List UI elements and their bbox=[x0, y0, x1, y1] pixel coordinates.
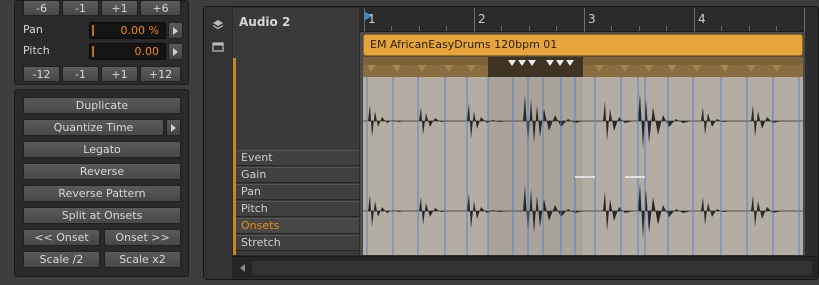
onset-marker-strip[interactable] bbox=[363, 57, 803, 77]
reverse-button[interactable]: Reverse bbox=[23, 163, 181, 180]
bar-1-label: 1 bbox=[368, 12, 376, 26]
track-header: Audio 2 Event Gain Pan Pitch Onsets Stre… bbox=[233, 8, 359, 255]
bar-3-label: 3 bbox=[588, 12, 596, 26]
panel-icon[interactable] bbox=[212, 41, 224, 53]
waveform-display[interactable] bbox=[363, 77, 803, 255]
bar-4-label: 4 bbox=[698, 12, 706, 26]
lane-stretch[interactable]: Stretch bbox=[236, 235, 359, 251]
lane-pitch[interactable]: Pitch bbox=[236, 201, 359, 217]
scale-half-button[interactable]: Scale /2 bbox=[23, 251, 100, 268]
clip-header[interactable]: EM AfricanEasyDrums 120bpm 01 bbox=[363, 34, 803, 56]
pitch-plus-12-button[interactable]: +12 bbox=[140, 66, 181, 82]
pan-label: Pan bbox=[23, 23, 43, 36]
pitch-label: Pitch bbox=[23, 44, 50, 57]
previous-onset-button[interactable]: << Onset bbox=[23, 229, 100, 246]
timeline-area[interactable]: 1 2 3 4 5 EM AfricanEasyDrums 120bpm 01 bbox=[360, 8, 805, 255]
track-name[interactable]: Audio 2 bbox=[239, 15, 290, 29]
pan-value: 0.00 % bbox=[120, 24, 159, 37]
pitch-plus-1-button[interactable]: +1 bbox=[101, 66, 138, 82]
scroll-track[interactable] bbox=[252, 261, 812, 275]
pitch-minus-1-button[interactable]: -1 bbox=[62, 66, 99, 82]
next-onset-button[interactable]: Onset >> bbox=[104, 229, 181, 246]
actions-box: Duplicate Quantize Time Legato Reverse R… bbox=[14, 89, 189, 277]
expression-box: -6 -1 +1 +6 Pan 0.00 % Pitch 0.00 -12 -1… bbox=[14, 0, 189, 85]
pitch-arrow-button[interactable] bbox=[168, 43, 183, 60]
transpose-plus-6-button[interactable]: +6 bbox=[140, 0, 181, 16]
inspector-panel: -6 -1 +1 +6 Pan 0.00 % Pitch 0.00 -12 -1… bbox=[14, 0, 189, 280]
transpose-minus-6-button[interactable]: -6 bbox=[23, 0, 60, 16]
transpose-minus-1-button[interactable]: -1 bbox=[62, 0, 99, 16]
quantize-options-button[interactable] bbox=[166, 119, 181, 136]
horizontal-scrollbar[interactable] bbox=[232, 256, 818, 278]
audio-editor: Audio 2 Event Gain Pan Pitch Onsets Stre… bbox=[203, 6, 819, 280]
arrow-right-icon bbox=[171, 123, 176, 132]
lane-event[interactable]: Event bbox=[236, 150, 359, 166]
pitch-gauge bbox=[92, 46, 94, 57]
reverse-pattern-button[interactable]: Reverse Pattern bbox=[23, 185, 181, 202]
editor-icon-column bbox=[204, 7, 232, 279]
pan-arrow-button[interactable] bbox=[168, 22, 183, 39]
pan-field[interactable]: 0.00 % bbox=[89, 22, 166, 39]
lane-pan[interactable]: Pan bbox=[236, 184, 359, 200]
legato-button[interactable]: Legato bbox=[23, 141, 181, 158]
pitch-field[interactable]: 0.00 bbox=[89, 43, 166, 60]
arrow-right-icon bbox=[173, 26, 178, 35]
split-at-onsets-button[interactable]: Split at Onsets bbox=[23, 207, 181, 224]
lane-gain[interactable]: Gain bbox=[236, 167, 359, 183]
quantize-time-button[interactable]: Quantize Time bbox=[23, 119, 164, 136]
pitch-value: 0.00 bbox=[134, 45, 160, 58]
bar-2-label: 2 bbox=[478, 12, 486, 26]
audio-clip[interactable] bbox=[363, 57, 803, 255]
scale-double-button[interactable]: Scale x2 bbox=[104, 251, 181, 268]
lane-onsets[interactable]: Onsets bbox=[236, 218, 359, 234]
pitch-minus-12-button[interactable]: -12 bbox=[23, 66, 60, 82]
transpose-plus-1-button[interactable]: +1 bbox=[101, 0, 138, 16]
arrow-right-icon bbox=[173, 47, 178, 56]
timeline-ruler[interactable]: 1 2 3 4 5 bbox=[360, 8, 805, 32]
pan-gauge bbox=[92, 25, 94, 36]
layers-icon[interactable] bbox=[212, 19, 224, 31]
arrow-left-icon bbox=[239, 264, 245, 272]
scroll-left-button[interactable] bbox=[236, 262, 248, 274]
duplicate-button[interactable]: Duplicate bbox=[23, 97, 181, 114]
